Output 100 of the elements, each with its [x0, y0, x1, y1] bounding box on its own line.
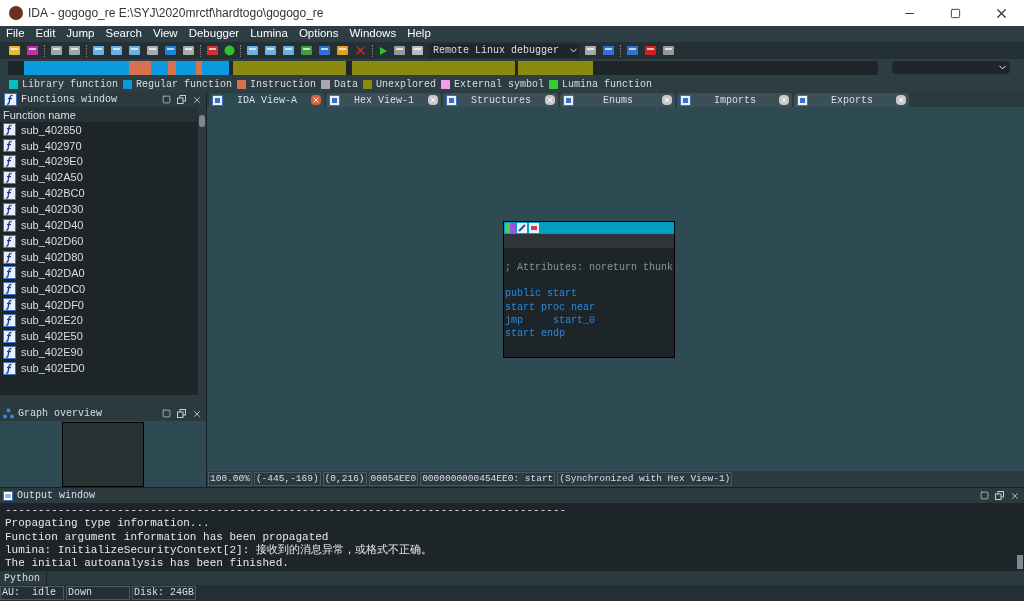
- function-row[interactable]: sub_402850: [0, 122, 198, 138]
- pane-title: Functions window: [21, 93, 117, 107]
- function-icon: [3, 250, 16, 264]
- graph-icon: [3, 408, 14, 419]
- play-icon[interactable]: [378, 45, 388, 56]
- function-icon: [3, 282, 16, 296]
- function-icon: [3, 139, 16, 153]
- function-icon: [4, 93, 17, 106]
- dot-icon[interactable]: [224, 45, 235, 56]
- tab-icon: [680, 94, 691, 106]
- tab[interactable]: IDA View-A: [209, 93, 324, 107]
- tab[interactable]: Imports: [677, 93, 792, 107]
- function-icon: [3, 298, 16, 312]
- legend-label: Data: [334, 77, 359, 92]
- function-row[interactable]: sub_402E50: [0, 328, 198, 345]
- menu-item[interactable]: Debugger: [188, 28, 240, 40]
- status-field: (Synchronized with Hex View-1): [557, 472, 733, 486]
- function-row[interactable]: sub_402D60: [0, 233, 198, 250]
- function-icon: [3, 345, 16, 359]
- function-row[interactable]: sub_402D80: [0, 249, 198, 265]
- float-icon[interactable]: [177, 95, 186, 104]
- function-row[interactable]: sub_402ED0: [0, 360, 198, 377]
- status-field: AU: idle: [0, 586, 64, 600]
- code-line: jmp start_0: [505, 313, 596, 328]
- function-icon: [3, 361, 16, 375]
- text-icon[interactable]: [529, 223, 539, 233]
- function-row[interactable]: sub_402DF0: [0, 296, 198, 313]
- code-line: public start: [505, 287, 578, 301]
- function-icon: [3, 314, 16, 328]
- comment-line: ; Attributes: noreturn thunk: [505, 261, 673, 275]
- close-icon[interactable]: [192, 94, 202, 105]
- float-icon[interactable]: [177, 409, 186, 418]
- function-row[interactable]: sub_4029E0: [0, 153, 198, 170]
- function-row[interactable]: sub_402A50: [0, 169, 198, 186]
- legend-label: Library function: [22, 77, 118, 92]
- menu-item[interactable]: Options: [298, 28, 339, 40]
- output-line: Propagating type information...: [5, 517, 211, 531]
- function-icon: [3, 123, 16, 137]
- legend-label: Unexplored: [376, 77, 437, 92]
- function-icon: [3, 330, 16, 343]
- function-row[interactable]: sub_402DC0: [0, 280, 198, 297]
- function-icon: [3, 155, 16, 169]
- function-icon: [3, 187, 16, 200]
- tab-icon: [329, 94, 340, 106]
- function-row[interactable]: sub_402DA0: [0, 265, 198, 281]
- status-field: 00054EE0: [368, 472, 419, 486]
- output-line: lumina: InitializeSecurityContext[2]: 接收到的消息异常，或格式不正确。: [5, 543, 433, 558]
- function-icon: [3, 234, 16, 248]
- tab-icon: [212, 94, 223, 106]
- tab[interactable]: Enums: [560, 93, 675, 107]
- function-row[interactable]: sub_402D30: [0, 201, 198, 218]
- output-line: -------------------------------------------------------------------------------------: [5, 504, 568, 518]
- function-row[interactable]: sub_402970: [0, 137, 198, 154]
- tab-icon: [563, 94, 574, 106]
- menu-item[interactable]: File: [6, 28, 25, 40]
- menu-item[interactable]: Search: [105, 28, 142, 40]
- column-header[interactable]: Function name: [0, 107, 198, 122]
- menu-item[interactable]: Jump: [66, 28, 95, 40]
- output-line: The initial autoanalysis has been finished.: [5, 557, 290, 571]
- legend-label: Lumina function: [562, 77, 653, 92]
- tab[interactable]: Structures: [443, 93, 558, 107]
- delete-icon[interactable]: [354, 44, 367, 57]
- legend-label: External symbol: [454, 77, 545, 92]
- menu-item[interactable]: Edit: [35, 28, 56, 40]
- window-icon: [3, 490, 13, 501]
- function-row[interactable]: sub_402E20: [0, 312, 198, 329]
- tab-icon: [797, 94, 808, 106]
- function-row[interactable]: sub_402E90: [0, 344, 198, 361]
- menu-item[interactable]: Help: [407, 28, 431, 40]
- function-icon: [3, 202, 16, 216]
- pane-title: Graph overview: [18, 407, 102, 421]
- menu-item[interactable]: View: [152, 28, 178, 40]
- maximize-icon[interactable]: [949, 7, 961, 19]
- window-title: IDA - gogogo_re E:\SYJ\2020mrctf\hardtogo\gogogo_re: [28, 5, 324, 22]
- code-line: start proc near: [505, 300, 596, 314]
- tab[interactable]: Hex View-1: [326, 93, 441, 107]
- status-field: Disk: 24GB: [132, 586, 196, 600]
- status-field: (0,216): [322, 472, 367, 486]
- menu-item[interactable]: Windows: [349, 28, 397, 40]
- output-line: Function argument information has been propagated: [5, 530, 330, 544]
- graph-node[interactable]: ; Attributes: noreturn thunk public start start proc near jmp start_0 start endp: [503, 221, 675, 358]
- function-row[interactable]: sub_402D40: [0, 217, 198, 234]
- close-icon[interactable]: [1010, 490, 1020, 501]
- tab[interactable]: Exports: [794, 93, 909, 107]
- debugger-dropdown[interactable]: Remote Linux debugger: [429, 43, 579, 58]
- status-field: 0000000000454EE0: start: [420, 472, 556, 486]
- status-field: Down: [66, 586, 130, 600]
- float-icon[interactable]: [995, 491, 1004, 500]
- legend-label: Instruction: [250, 77, 317, 92]
- function-icon: [3, 218, 16, 232]
- pane-title: Output window: [17, 489, 95, 503]
- function-row[interactable]: sub_402BC0: [0, 185, 198, 202]
- function-icon: [3, 171, 16, 185]
- code-line: start endp: [505, 327, 566, 341]
- tab-icon: [446, 94, 457, 106]
- color-icon[interactable]: [505, 223, 515, 233]
- menu-item[interactable]: Lumina: [250, 28, 288, 40]
- app-avatar-icon: [8, 5, 24, 21]
- function-icon: [3, 266, 16, 280]
- close-icon[interactable]: [192, 408, 202, 419]
